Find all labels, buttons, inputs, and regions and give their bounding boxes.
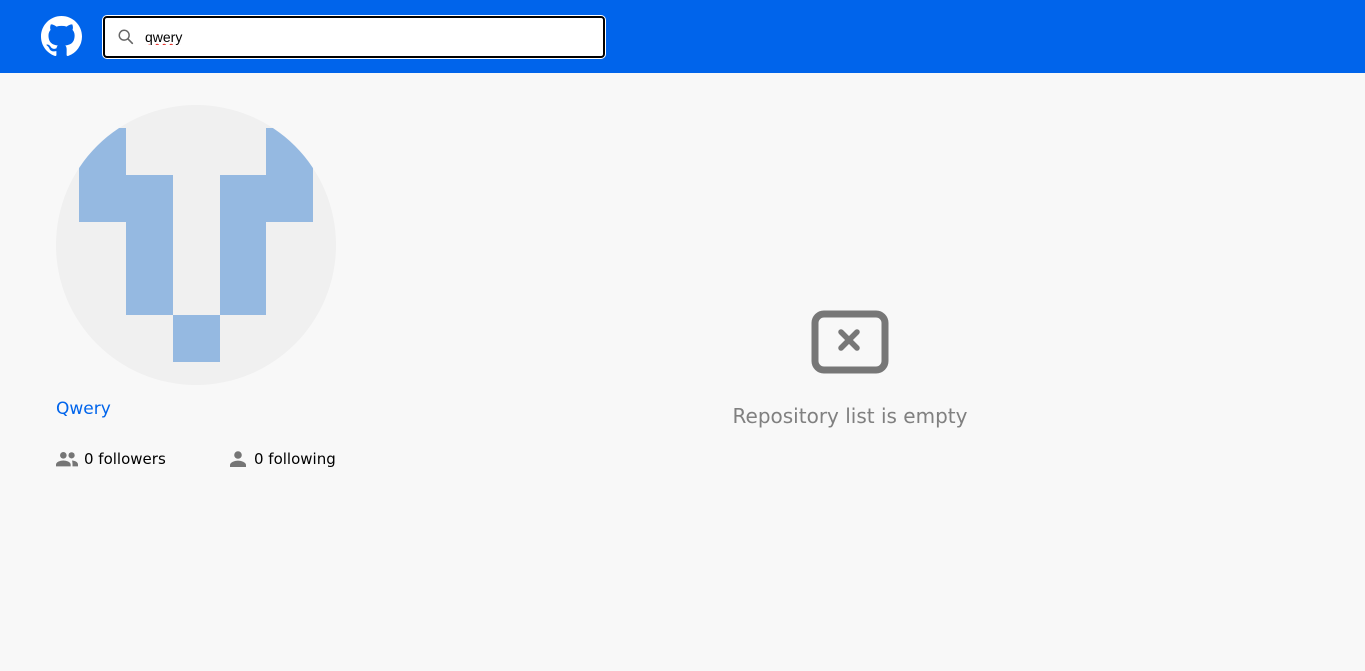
empty-message: Repository list is empty bbox=[732, 404, 968, 428]
top-header bbox=[0, 0, 1365, 73]
following-stat: 0 following bbox=[228, 449, 336, 469]
followers-count: 0 followers bbox=[84, 450, 166, 468]
search-input[interactable] bbox=[145, 26, 585, 48]
person-icon bbox=[230, 451, 246, 467]
repository-empty-state: Repository list is empty bbox=[700, 310, 1000, 428]
github-icon[interactable] bbox=[41, 16, 82, 57]
people-icon bbox=[56, 452, 78, 467]
search-box[interactable] bbox=[103, 16, 605, 58]
user-name-link[interactable]: Qwery bbox=[56, 399, 111, 419]
avatar bbox=[56, 105, 336, 385]
identicon-avatar bbox=[79, 128, 313, 362]
empty-box-x-icon bbox=[811, 310, 889, 374]
followers-stat: 0 followers bbox=[56, 449, 166, 469]
search-icon bbox=[118, 29, 134, 45]
following-count: 0 following bbox=[254, 450, 336, 468]
